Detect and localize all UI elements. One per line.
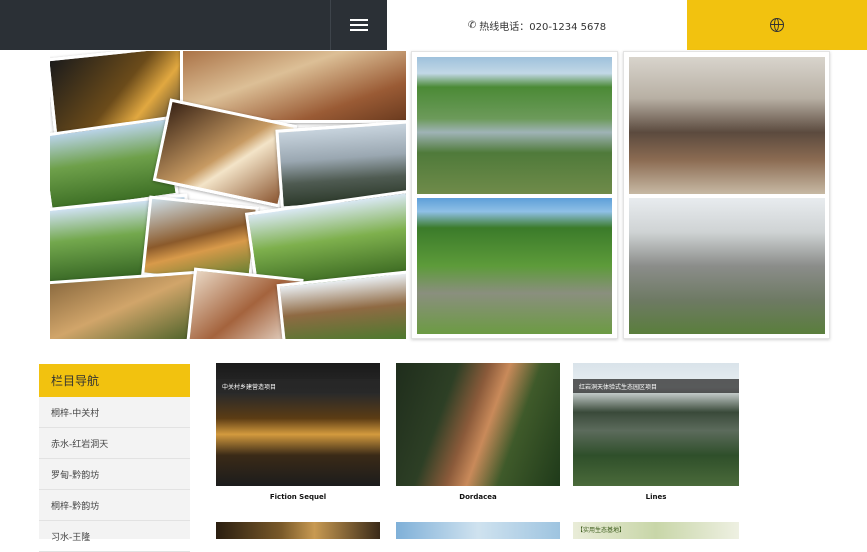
menu-button[interactable] (330, 0, 387, 50)
category-sidebar: 栏目导航 桐梓-中关村 赤水-红岩洞天 罗甸-黔韵坊 桐梓-黔韵坊 习水-王隆 (39, 364, 190, 552)
sidebar-item[interactable]: 桐梓-中关村 (39, 397, 190, 428)
project-thumbnail (216, 522, 380, 539)
project-label: Lines (645, 493, 667, 501)
hamburger-icon (350, 19, 368, 31)
river-photo (417, 57, 612, 194)
sidebar-item[interactable]: 桐梓-黔韵坊 (39, 490, 190, 521)
project-card[interactable] (216, 522, 380, 539)
sidebar-title: 栏目导航 (39, 364, 190, 397)
construction-photo (629, 198, 825, 334)
project-card[interactable]: 中关村乡建营造项目 Fiction Sequel (216, 363, 380, 503)
hotline-bar: ✆ 热线电话：020-1234 5678 (387, 0, 687, 50)
sidebar-item[interactable]: 赤水-红岩洞天 (39, 428, 190, 459)
photo-card-landscape (411, 51, 618, 339)
project-card[interactable]: 红岩洞天体验式生态园区项目 Lines (573, 363, 739, 503)
project-card[interactable] (396, 522, 560, 539)
project-label: Dordacea (459, 493, 497, 501)
collage-photo-9 (50, 270, 207, 339)
hero-collage (50, 51, 406, 339)
meeting-photo (629, 57, 825, 194)
project-caption: 【实用生态基地】 (577, 527, 626, 534)
sidebar-item[interactable]: 习水-王隆 (39, 521, 190, 552)
top-bar: ✆ 热线电话：020-1234 5678 (0, 0, 867, 50)
phone-icon: ✆ (467, 19, 477, 31)
project-thumbnail (396, 363, 560, 486)
project-card[interactable]: Dordacea (396, 363, 560, 503)
project-caption: 中关村乡建营造项目 (216, 379, 380, 393)
logo-area (0, 0, 387, 50)
hotline-text: 热线电话：020-1234 5678 (479, 21, 607, 33)
project-label: Fiction Sequel (269, 493, 327, 501)
photo-card-village (623, 51, 830, 339)
project-card[interactable]: 【实用生态基地】 (573, 522, 739, 539)
language-button[interactable] (687, 0, 867, 50)
sidebar-item[interactable]: 罗甸-黔韵坊 (39, 459, 190, 490)
project-caption: 红岩洞天体验式生态园区项目 (573, 379, 739, 393)
project-thumbnail (396, 522, 560, 539)
farm-photo (417, 198, 612, 334)
globe-icon (770, 18, 784, 32)
